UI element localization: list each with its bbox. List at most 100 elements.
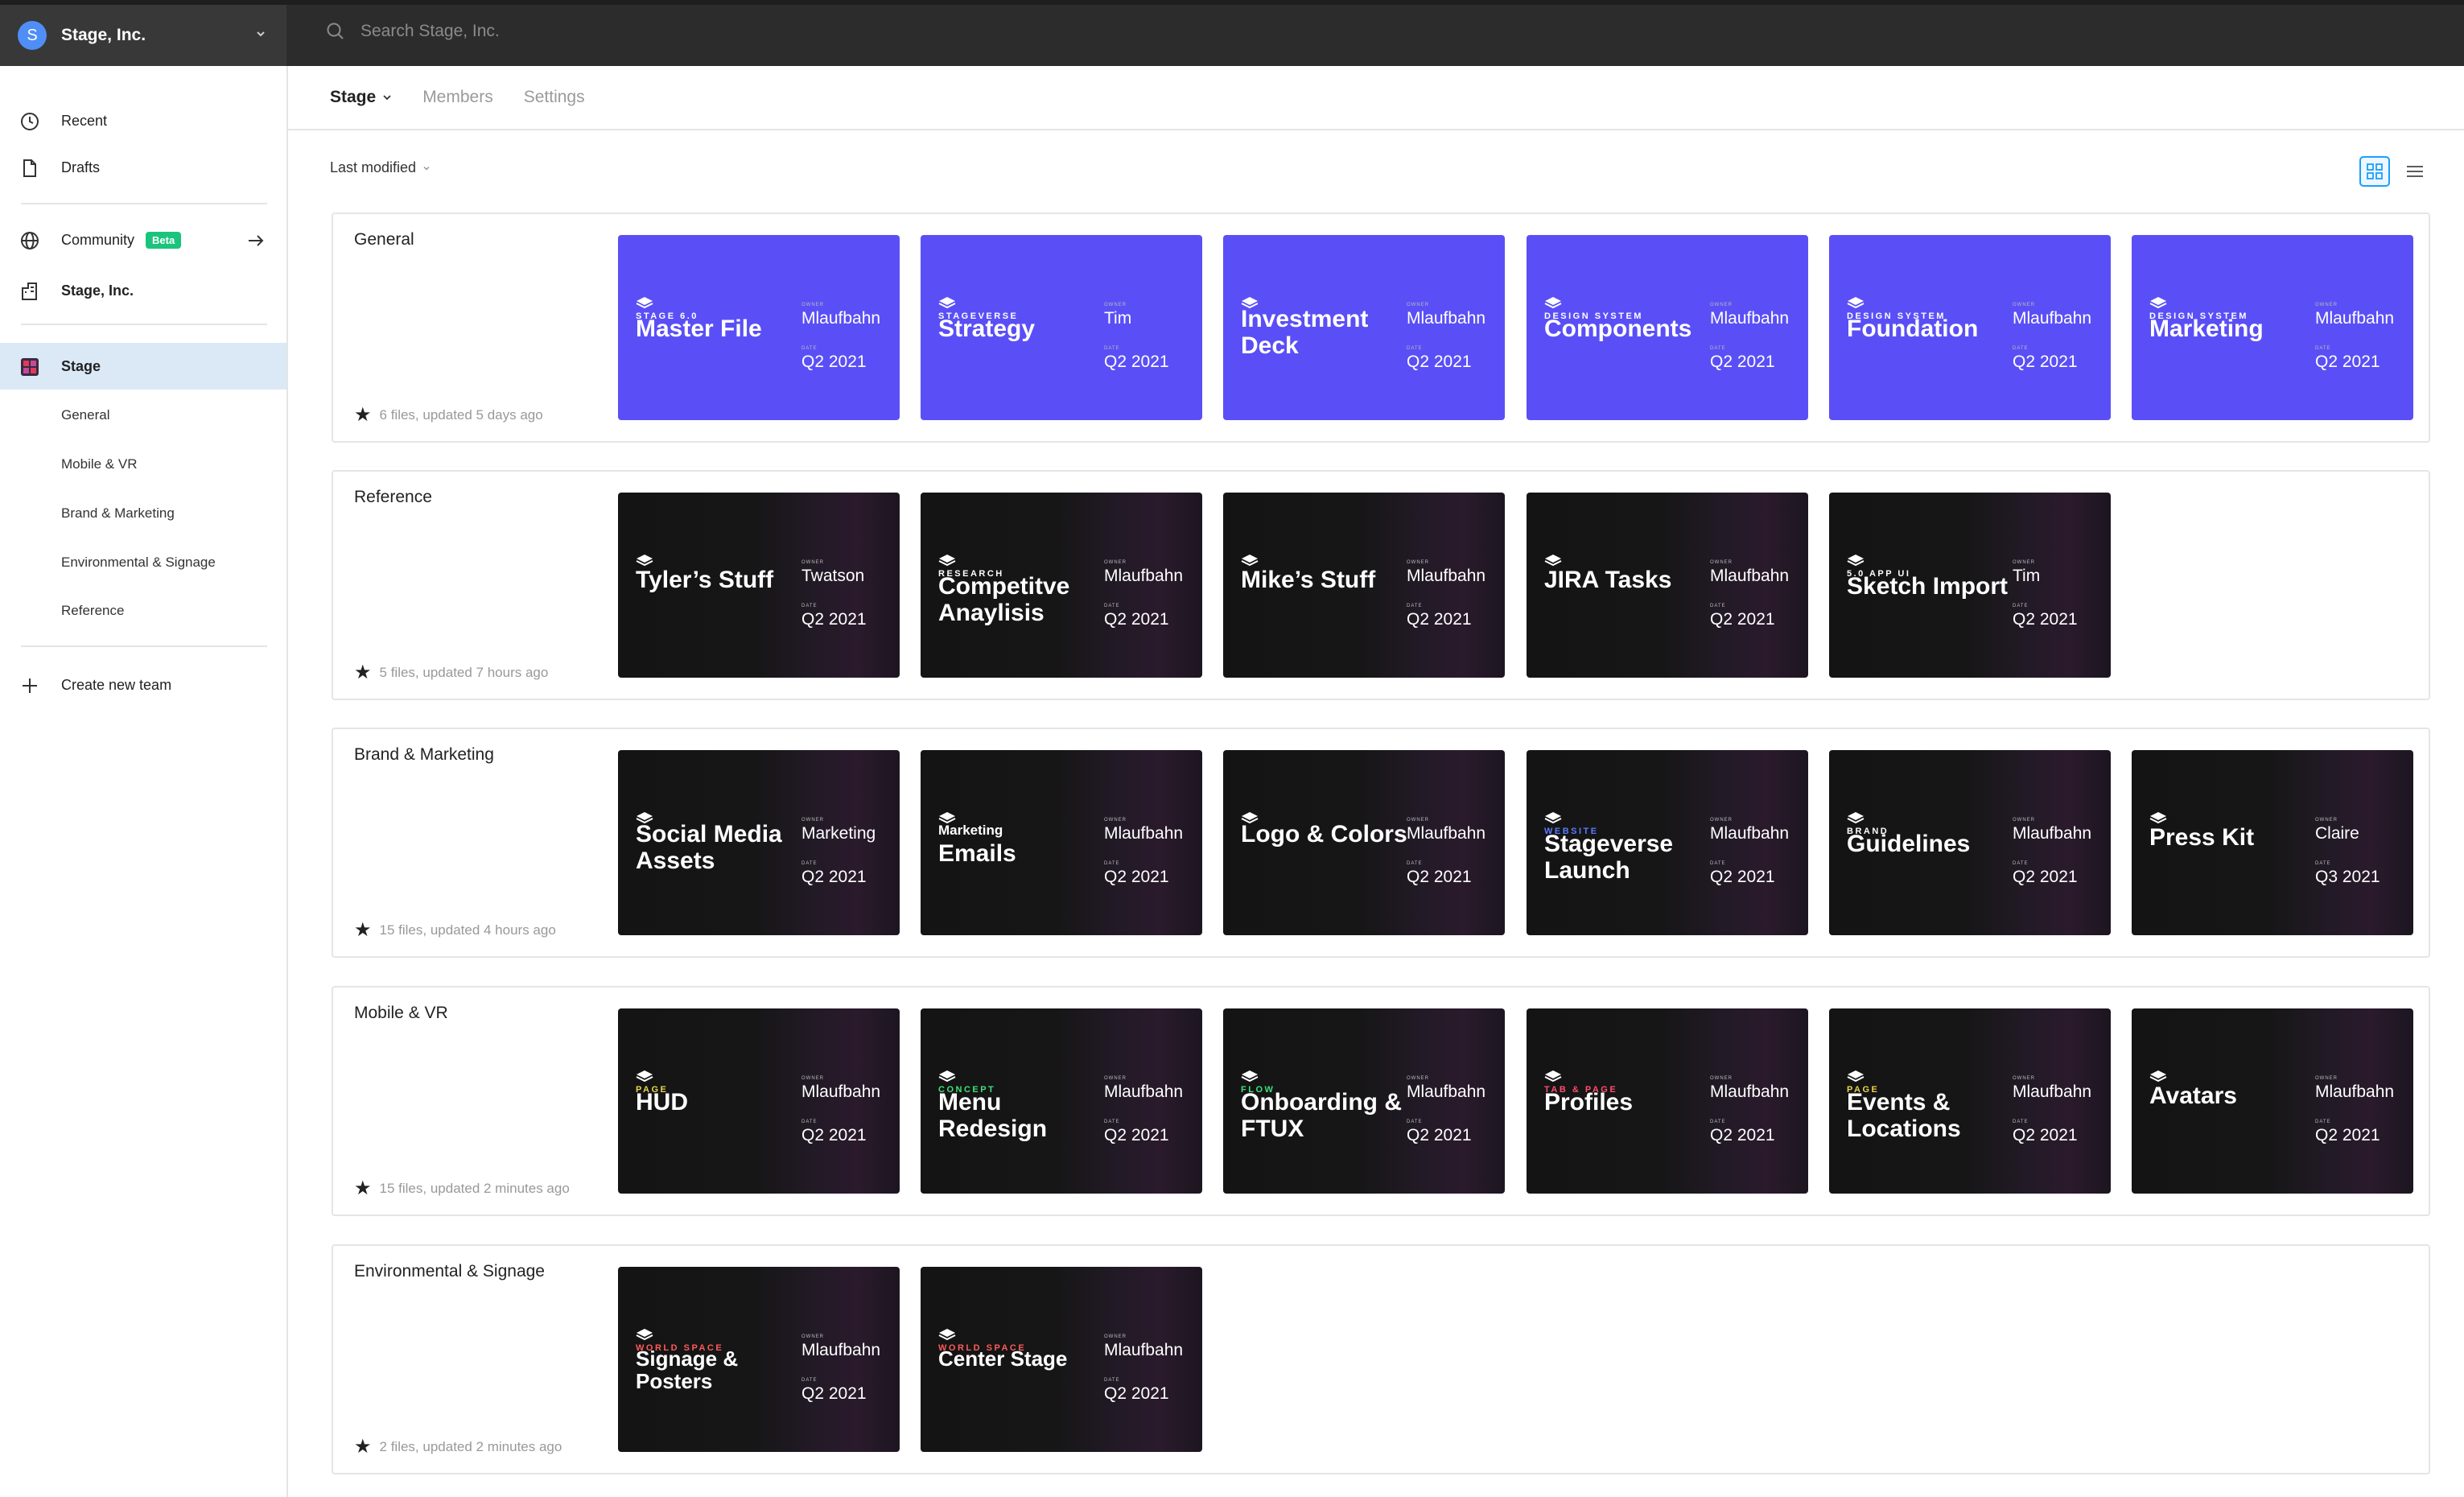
star-icon[interactable]: ★ bbox=[354, 663, 372, 683]
sidebar-item-label: Create new team bbox=[61, 676, 172, 693]
star-icon[interactable]: ★ bbox=[354, 1179, 372, 1198]
sidebar-item-team-stage[interactable]: Stage bbox=[0, 343, 286, 390]
file-card[interactable]: FLOW Onboarding & FTUX OWNER Mlaufbahn DATE Q… bbox=[1223, 1008, 1505, 1194]
project-name[interactable]: General bbox=[354, 230, 414, 250]
file-card[interactable]: Investment Deck OWNER Mlaufbahn DATE Q2 2021 bbox=[1223, 235, 1505, 420]
file-owner: Tim bbox=[2013, 567, 2041, 585]
project-meta: ★ 2 files, updated 2 minutes ago bbox=[354, 1437, 562, 1457]
project-meta-text: 6 files, updated 5 days ago bbox=[379, 407, 543, 423]
stage-logo-icon bbox=[2149, 812, 2167, 824]
sidebar-item-label: Stage bbox=[61, 357, 101, 374]
date-label: DATE bbox=[801, 1378, 818, 1383]
owner-label: OWNER bbox=[1104, 560, 1127, 565]
tab-stage[interactable]: Stage bbox=[330, 88, 392, 107]
sidebar-item-reference[interactable]: Reference bbox=[0, 588, 286, 634]
sidebar-item-community[interactable]: Community Beta bbox=[0, 217, 286, 263]
search-input[interactable] bbox=[361, 22, 924, 41]
file-card[interactable]: WORLD SPACE Signage & Posters OWNER Mlaufba… bbox=[618, 1267, 900, 1452]
list-view-button[interactable] bbox=[2400, 156, 2430, 187]
star-icon[interactable]: ★ bbox=[354, 921, 372, 940]
file-title: Strategy bbox=[938, 315, 1036, 342]
file-date: Q2 2021 bbox=[1104, 610, 1169, 629]
owner-label: OWNER bbox=[2013, 303, 2035, 307]
owner-label: OWNER bbox=[801, 1334, 824, 1339]
file-card[interactable]: RESEARCH Competitve Anaylisis OWNER Mlaufba… bbox=[921, 493, 1202, 678]
file-date: Q2 2021 bbox=[1104, 1126, 1169, 1144]
sidebar-item-mobile-vr[interactable]: Mobile & VR bbox=[0, 441, 286, 488]
project-row[interactable]: Brand & Marketing ★ 15 files, updated 4 ho… bbox=[332, 728, 2430, 958]
file-card[interactable]: Social Media Assets OWNER Marketing DATE Q2 … bbox=[618, 750, 900, 935]
star-icon[interactable]: ★ bbox=[354, 406, 372, 425]
file-title: Mike’s Stuff bbox=[1241, 567, 1376, 593]
file-title: Profiles bbox=[1544, 1089, 1634, 1116]
owner-label: OWNER bbox=[1104, 303, 1127, 307]
file-date: Q2 2021 bbox=[1407, 610, 1472, 629]
sidebar-item-org[interactable]: Stage, Inc. bbox=[0, 267, 286, 314]
tab-settings[interactable]: Settings bbox=[524, 88, 585, 107]
clock-icon bbox=[21, 113, 39, 130]
file-owner: Mlaufbahn bbox=[2013, 824, 2092, 843]
date-label: DATE bbox=[1104, 1378, 1120, 1383]
file-owner: Mlaufbahn bbox=[1407, 309, 1486, 328]
sidebar-item-drafts[interactable]: Drafts bbox=[0, 144, 286, 191]
file-title: Logo & Colors bbox=[1241, 821, 1407, 847]
file-card[interactable]: STAGEVERSE Strategy OWNER Tim DATE Q2 2021 bbox=[921, 235, 1202, 420]
file-card[interactable]: WEBSITE Stageverse Launch OWNER Mlaufbahn DA… bbox=[1527, 750, 1808, 935]
project-name[interactable]: Environmental & Signage bbox=[354, 1262, 545, 1281]
file-card[interactable]: PAGE Events & Locations OWNER Mlaufbahn DATE… bbox=[1829, 1008, 2111, 1194]
owner-label: OWNER bbox=[2013, 1076, 2035, 1081]
project-name[interactable]: Mobile & VR bbox=[354, 1004, 448, 1023]
sort-dropdown[interactable]: Last modified bbox=[330, 159, 431, 176]
tab-members[interactable]: Members bbox=[422, 88, 493, 107]
file-card[interactable]: BRAND Guidelines OWNER Mlaufbahn DATE Q2 2021 bbox=[1829, 750, 2111, 935]
file-card[interactable]: JIRA Tasks OWNER Mlaufbahn DATE Q2 2021 bbox=[1527, 493, 1808, 678]
sidebar-item-recent[interactable]: Recent bbox=[0, 97, 286, 144]
file-eyebrow: Marketing bbox=[938, 823, 1003, 838]
file-title: Stageverse Launch bbox=[1544, 831, 1674, 884]
create-team-button[interactable]: Create new team bbox=[0, 662, 286, 708]
file-title: Press Kit bbox=[2149, 824, 2255, 851]
tab-label: Stage bbox=[330, 88, 377, 106]
file-card[interactable]: Mike’s Stuff OWNER Mlaufbahn DATE Q2 2021 bbox=[1223, 493, 1505, 678]
sidebar-item-brand-marketing[interactable]: Brand & Marketing bbox=[0, 490, 286, 537]
date-label: DATE bbox=[1710, 346, 1726, 351]
file-card[interactable]: WORLD SPACE Center Stage OWNER Mlaufbahn DAT… bbox=[921, 1267, 1202, 1452]
project-row[interactable]: Reference ★ 5 files, updated 7 hours ago Ty… bbox=[332, 470, 2430, 700]
file-card[interactable]: Marketing Emails OWNER Mlaufbahn DATE Q2 2021 bbox=[921, 750, 1202, 935]
tab-label: Settings bbox=[523, 88, 585, 106]
building-icon bbox=[22, 282, 37, 300]
project-meta-text: 5 files, updated 7 hours ago bbox=[379, 665, 549, 680]
file-card[interactable]: CONCEPT Menu Redesign OWNER Mlaufbahn DATE Q2… bbox=[921, 1008, 1202, 1194]
file-card[interactable]: Tyler’s Stuff OWNER Twatson DATE Q2 2021 bbox=[618, 493, 900, 678]
file-card[interactable]: Avatars OWNER Mlaufbahn DATE Q2 2021 bbox=[2132, 1008, 2413, 1194]
grid-view-button[interactable] bbox=[2359, 156, 2390, 187]
file-card[interactable]: Press Kit OWNER Claire DATE Q3 2021 bbox=[2132, 750, 2413, 935]
project-row[interactable]: General ★ 6 files, updated 5 days ago STAGE… bbox=[332, 212, 2430, 443]
project-meta-text: 2 files, updated 2 minutes ago bbox=[379, 1439, 562, 1454]
file-date: Q2 2021 bbox=[2013, 353, 2078, 371]
file-card[interactable]: DESIGN SYSTEM Marketing OWNER Mlaufbahn DATE… bbox=[2132, 235, 2413, 420]
project-row[interactable]: Environmental & Signage ★ 2 files, updated… bbox=[332, 1244, 2430, 1474]
project-meta-text: 15 files, updated 4 hours ago bbox=[379, 922, 556, 938]
star-icon[interactable]: ★ bbox=[354, 1437, 372, 1457]
file-card[interactable]: DESIGN SYSTEM Foundation OWNER Mlaufbahn DAT… bbox=[1829, 235, 2111, 420]
project-row[interactable]: Mobile & VR ★ 15 files, updated 2 minutes … bbox=[332, 986, 2430, 1216]
file-owner: Marketing bbox=[801, 824, 876, 843]
file-card[interactable]: 5.0 APP UI Sketch Import OWNER Tim DATE Q2 20… bbox=[1829, 493, 2111, 678]
project-meta: ★ 15 files, updated 4 hours ago bbox=[354, 921, 556, 940]
date-label: DATE bbox=[1407, 1120, 1423, 1124]
file-title: Investment Deck bbox=[1241, 306, 1369, 359]
file-card[interactable]: Logo & Colors OWNER Mlaufbahn DATE Q2 2021 bbox=[1223, 750, 1505, 935]
file-owner: Mlaufbahn bbox=[1104, 1083, 1184, 1101]
file-card[interactable]: DESIGN SYSTEM Components OWNER Mlaufbahn DAT… bbox=[1527, 235, 1808, 420]
project-name[interactable]: Brand & Marketing bbox=[354, 745, 494, 765]
file-owner: Mlaufbahn bbox=[1104, 824, 1184, 843]
sidebar-item-general[interactable]: General bbox=[0, 392, 286, 439]
sidebar-item-environmental-signage[interactable]: Environmental & Signage bbox=[0, 539, 286, 586]
file-card[interactable]: STAGE 6.0 Master File OWNER Mlaufbahn DATE Q2… bbox=[618, 235, 900, 420]
file-card[interactable]: PAGE HUD OWNER Mlaufbahn DATE Q2 2021 bbox=[618, 1008, 900, 1194]
stage-logo-icon bbox=[1544, 812, 1562, 824]
project-name[interactable]: Reference bbox=[354, 488, 432, 507]
org-switcher[interactable]: S Stage, Inc. bbox=[0, 5, 286, 66]
file-card[interactable]: TAB & PAGE Profiles OWNER Mlaufbahn DATE Q2 2… bbox=[1527, 1008, 1808, 1194]
